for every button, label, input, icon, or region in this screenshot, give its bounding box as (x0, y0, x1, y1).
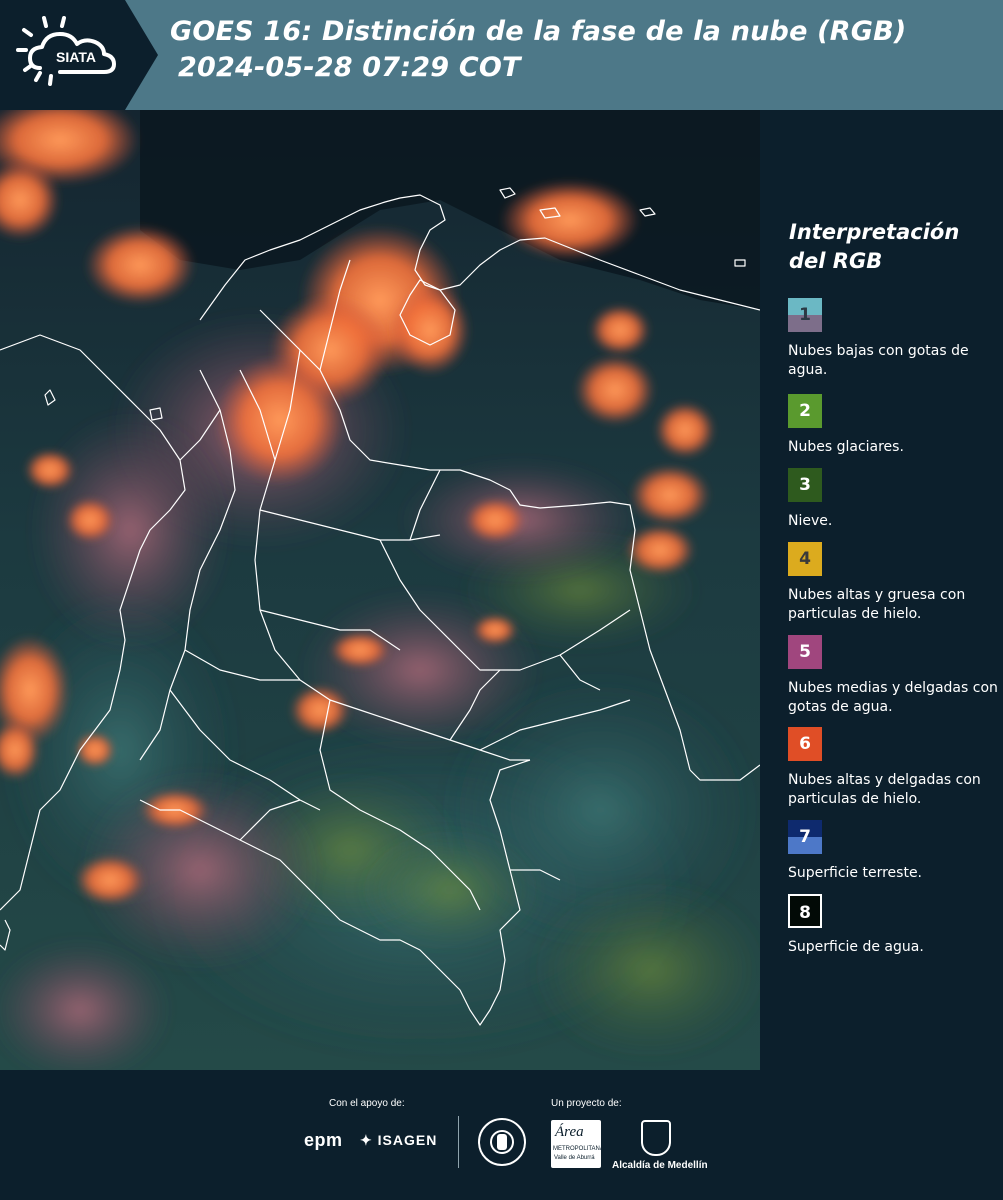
title-line-1: GOES 16: Distinción de la fase de la nub… (170, 16, 907, 47)
legend-swatch-3: 3 (788, 468, 822, 502)
legend-number: 1 (799, 305, 811, 325)
isagen-mark-icon: ✦ (360, 1132, 373, 1148)
legend-label: Superficie de agua. (788, 939, 924, 955)
legend-item-7: 7 Superficie terreste. (788, 820, 1000, 883)
legend-item-6: 6 Nubes altas y delgadas con particulas … (788, 727, 1000, 809)
area-metropolitana-logo: Área METROPOLITANA Valle de Aburrá (551, 1120, 604, 1168)
support-label: Con el apoyo de: (329, 1098, 405, 1109)
isagen-text: ISAGEN (377, 1132, 438, 1148)
legend-swatch-6: 6 (788, 727, 822, 761)
legend-title: Interpretación del RGB (789, 220, 960, 273)
legend-number: 7 (799, 827, 811, 847)
logo-text: SIATA (56, 49, 96, 65)
legend-swatch-8: 8 (788, 894, 822, 928)
legend-label: Nieve. (788, 513, 833, 529)
legend-number: 6 (799, 734, 811, 754)
siata-logo: SIATA (0, 0, 160, 110)
project-label: Un proyecto de: (551, 1098, 622, 1109)
alcaldia-shield-icon (641, 1120, 671, 1156)
legend-number: 2 (799, 401, 811, 421)
area-title: Área (555, 1124, 584, 1140)
legend-number: 3 (799, 475, 811, 495)
legend-label: Nubes altas y delgadas con particulas de… (788, 772, 981, 807)
footer-divider (458, 1116, 459, 1168)
title-line-2: 2024-05-28 07:29 COT (178, 52, 521, 83)
legend-item-5: 5 Nubes medias y delgadas con gotas de a… (788, 635, 1000, 717)
area-line2: METROPOLITANA (553, 1146, 604, 1152)
legend-swatch-1: 1 (788, 298, 822, 332)
legend-swatch-7: 7 (788, 820, 822, 854)
legend-panel: Interpretación del RGB 1 Nubes bajas con… (760, 110, 1003, 1070)
satellite-map-image (0, 110, 760, 1070)
header-bar: SIATA GOES 16: Distinción de la fase de … (0, 0, 1003, 110)
page-title: GOES 16: Distinción de la fase de la nub… (170, 14, 906, 86)
area-line3: Valle de Aburrá (554, 1155, 595, 1161)
legend-item-2: 2 Nubes glaciares. (788, 394, 1000, 457)
legend-item-3: 3 Nieve. (788, 468, 1000, 531)
legend-item-4: 4 Nubes altas y gruesa con particulas de… (788, 542, 1000, 624)
epm-logo: epm (304, 1130, 343, 1151)
legend-number: 4 (799, 549, 811, 569)
legend-swatch-4: 4 (788, 542, 822, 576)
legend-label: Nubes medias y delgadas con gotas de agu… (788, 680, 998, 715)
legend-item-8: 8 Superficie de agua. (788, 894, 1000, 957)
legend-label: Nubes glaciares. (788, 439, 904, 455)
medellin-seal-icon (478, 1118, 526, 1166)
legend-swatch-2: 2 (788, 394, 822, 428)
epm-text: epm (304, 1130, 343, 1150)
legend-label: Nubes bajas con gotas de agua. (788, 343, 969, 378)
legend-number: 5 (799, 642, 811, 662)
isagen-logo: ✦ ISAGEN (360, 1132, 437, 1149)
alcaldia-text: Alcaldía de Medellín (612, 1160, 708, 1171)
footer: Con el apoyo de: Un proyecto de: epm ✦ I… (0, 1070, 1003, 1200)
satellite-map (0, 110, 760, 1070)
legend-label: Nubes altas y gruesa con particulas de h… (788, 587, 966, 622)
legend-swatch-5: 5 (788, 635, 822, 669)
legend-item-1: 1 Nubes bajas con gotas de agua. (788, 298, 1000, 380)
legend-number: 8 (799, 903, 811, 923)
legend-label: Superficie terreste. (788, 865, 923, 881)
